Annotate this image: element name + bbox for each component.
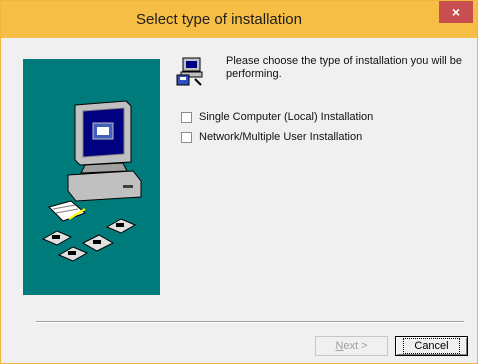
network-label[interactable]: Network/Multiple User Installation (199, 131, 362, 143)
option-single-computer[interactable]: Single Computer (Local) Installation (181, 109, 373, 125)
title-bar[interactable]: Select type of installation × (1, 1, 477, 38)
single-computer-label[interactable]: Single Computer (Local) Installation (199, 111, 373, 123)
divider (36, 321, 464, 323)
cancel-label: Cancel (403, 338, 460, 354)
window-title: Select type of installation (136, 11, 302, 28)
computer-illustration (41, 100, 142, 262)
next-label: ext > (343, 340, 368, 352)
installer-dialog: Select type of installation × Please cho… (0, 0, 478, 364)
single-computer-checkbox[interactable] (181, 111, 192, 123)
next-mnemonic: N (335, 340, 344, 352)
setup-computer-icon (176, 57, 203, 86)
cancel-button[interactable]: Cancel (395, 336, 468, 356)
close-icon: × (451, 4, 461, 20)
dialog-content: Please choose the type of installation y… (1, 38, 477, 363)
network-checkbox[interactable] (181, 131, 192, 143)
side-panel (23, 59, 160, 295)
close-button[interactable]: × (439, 1, 473, 23)
option-network-multiple-user[interactable]: Network/Multiple User Installation (181, 129, 362, 145)
next-button[interactable]: Next > (315, 336, 388, 356)
instruction-text: Please choose the type of installation y… (226, 55, 463, 80)
